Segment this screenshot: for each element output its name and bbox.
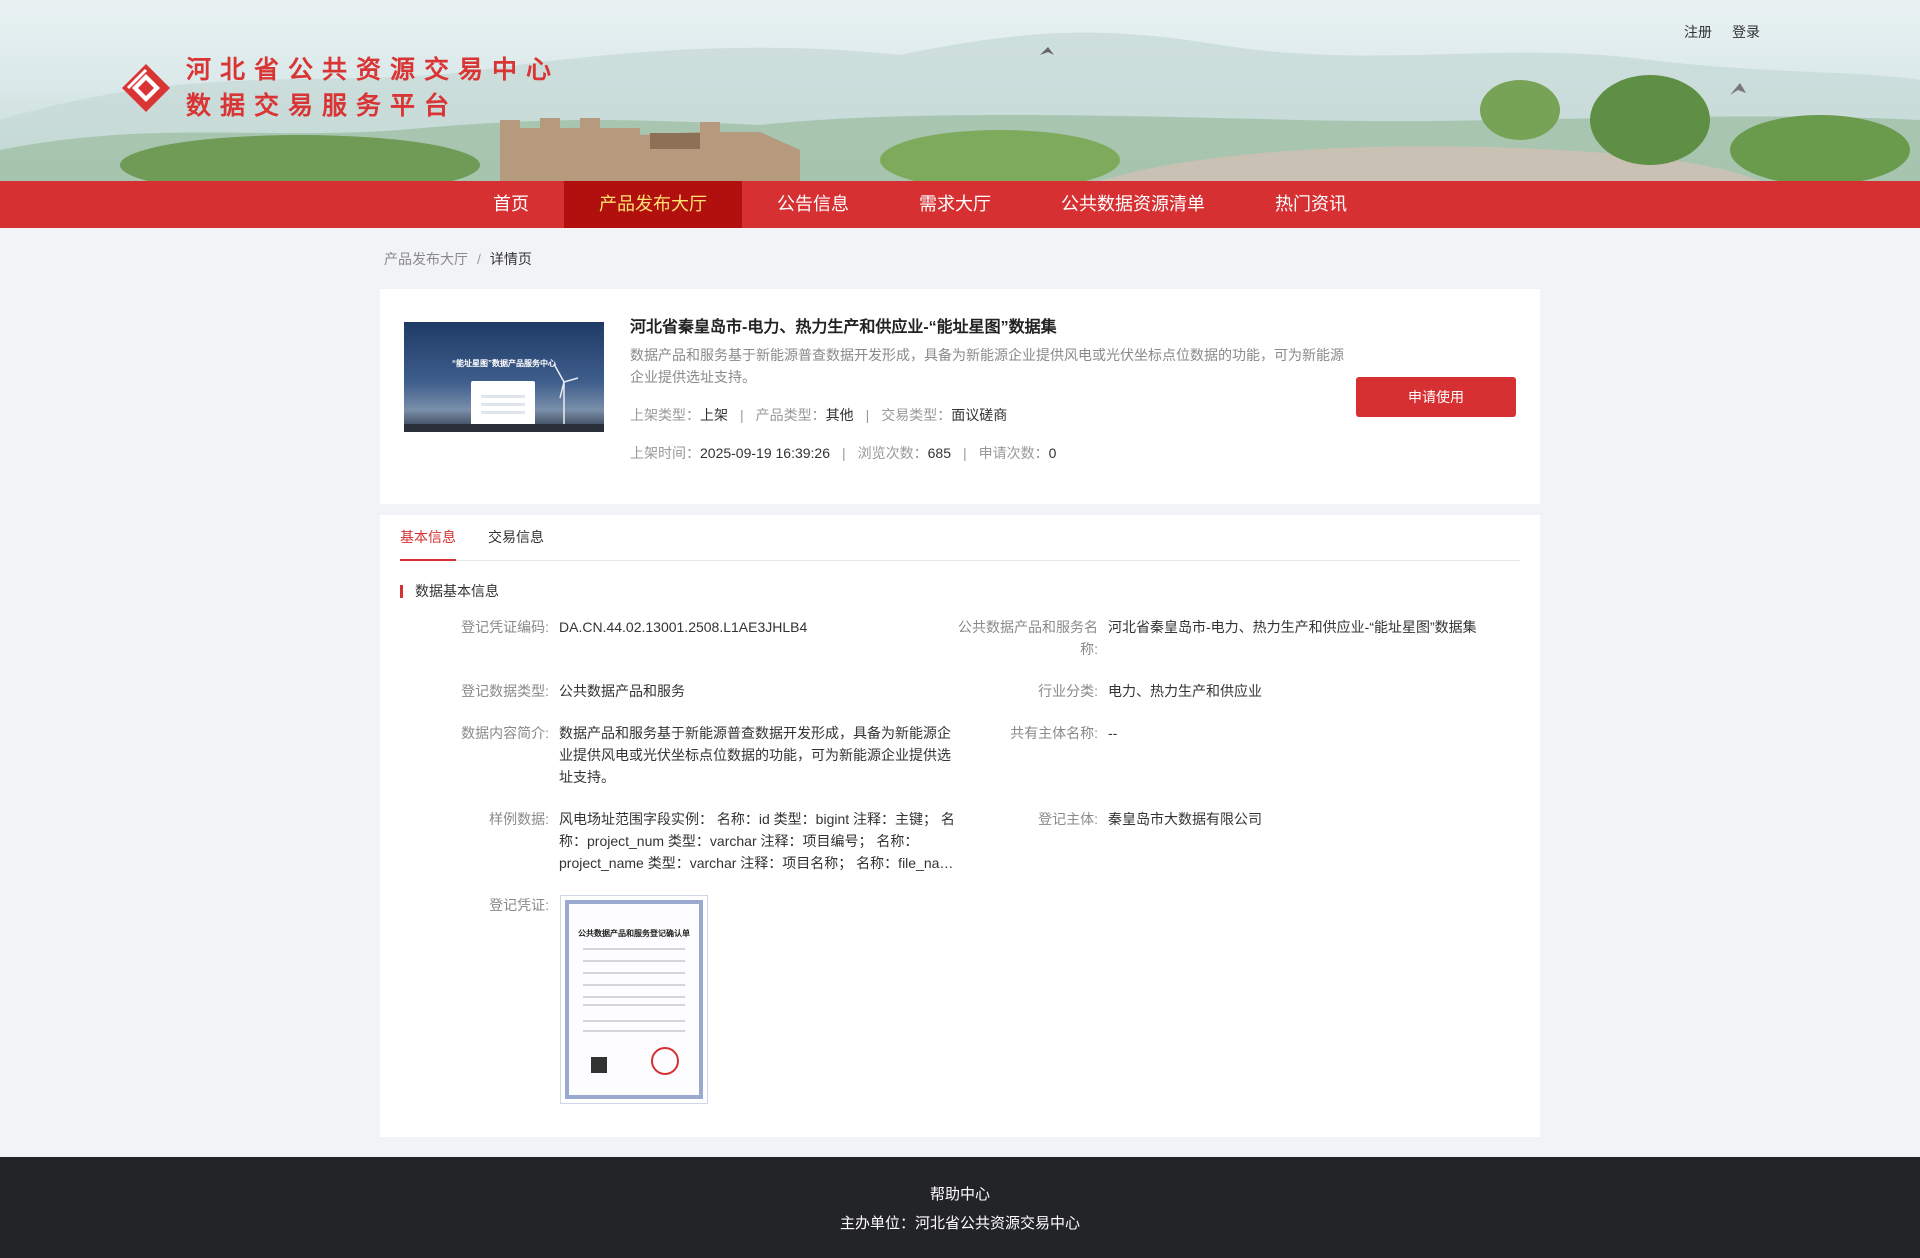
footer-organizer: 主办单位：河北省公共资源交易中心: [839, 1215, 1080, 1232]
site-footer: 帮助中心 主办单位：河北省公共资源交易中心: [0, 1157, 1920, 1258]
sample-value: 风电场址范围字段实例： 名称：id 类型：bigint 注释：主键； 名称：pr…: [559, 811, 955, 871]
nav-item-announcements[interactable]: 公告信息: [742, 181, 884, 228]
product-type-value: 其他: [825, 407, 854, 423]
reg-subject-label: 登记主体:: [1038, 811, 1098, 827]
product-name-value: 河北省秦皇岛市-电力、热力生产和供应业-“能址星图”数据集: [1108, 619, 1477, 635]
co-owner-label: 共有主体名称:: [1010, 725, 1098, 741]
certificate-image[interactable]: 公共数据产品和服务登记确认单: [560, 895, 708, 1104]
breadcrumb-parent[interactable]: 产品发布大厅: [384, 251, 468, 267]
product-title: 河北省秦皇岛市-电力、热力生产和供应业-“能址星图”数据集: [630, 319, 1057, 336]
logo-title-line2: 数据交易服务平台: [186, 91, 459, 120]
breadcrumb: 产品发布大厅 / 详情页: [384, 249, 532, 269]
breadcrumb-current: 详情页: [489, 251, 532, 267]
reg-code-value: DA.CN.44.02.13001.2508.L1AE3JHLB4: [559, 619, 808, 635]
nav-item-product-hall[interactable]: 产品发布大厅: [564, 181, 742, 228]
reg-type-value: 公共数据产品和服务: [559, 683, 685, 699]
register-link[interactable]: 注册: [1684, 22, 1712, 42]
qr-code-icon: [591, 1057, 607, 1073]
industry-value: 电力、热力生产和供应业: [1108, 683, 1262, 699]
applies-count: 0: [1048, 445, 1057, 461]
intro-label: 数据内容简介:: [461, 725, 549, 741]
co-owner-value: --: [1108, 725, 1118, 741]
listing-time-value: 2025-09-19 16:39:26: [700, 445, 830, 461]
intro-value: 数据产品和服务基于新能源普查数据开发形成，具备为新能源企业提供风电或光伏坐标点位…: [559, 725, 951, 785]
reg-subject-value: 秦皇岛市大数据有限公司: [1108, 811, 1262, 827]
views-count: 685: [927, 445, 951, 461]
product-name-label: 公共数据产品和服务名称:: [958, 619, 1098, 657]
logo-emblem-icon: [122, 64, 170, 112]
nav-item-hot-news[interactable]: 热门资讯: [1240, 181, 1382, 228]
nav-item-public-data-list[interactable]: 公共数据资源清单: [1026, 181, 1240, 228]
breadcrumb-separator: /: [477, 251, 481, 267]
reg-type-label: 登记数据类型:: [461, 683, 549, 699]
section-title: 数据基本信息: [400, 584, 499, 598]
product-summary-card: “能址星图”数据产品服务中心 河北省秦皇岛市-电力、热力生产和供应业-“能址星图…: [380, 289, 1540, 504]
listing-type-label: 上架类型：: [630, 407, 700, 423]
certificate-title: 公共数据产品和服务登记确认单: [578, 929, 690, 938]
login-link[interactable]: 登录: [1732, 22, 1760, 42]
detail-tabs: 基本信息 交易信息: [400, 515, 1520, 561]
detail-panel: 基本信息 交易信息 数据基本信息 登记凭证编码: DA.CN.44.02.130…: [380, 515, 1540, 1137]
certificate-label: 登记凭证:: [489, 897, 549, 913]
industry-label: 行业分类:: [1038, 683, 1098, 699]
tab-basic-info[interactable]: 基本信息: [400, 515, 456, 561]
header-banner: 注册 登录 河北省公共资源交易中心 数据交易服务平台: [0, 0, 1920, 181]
site-logo[interactable]: 河北省公共资源交易中心 数据交易服务平台: [120, 52, 560, 124]
product-thumbnail: “能址星图”数据产品服务中心: [404, 322, 604, 432]
apply-use-button[interactable]: 申请使用: [1356, 377, 1516, 417]
nav-item-demand-hall[interactable]: 需求大厅: [884, 181, 1026, 228]
help-center-link[interactable]: 帮助中心: [0, 1183, 1920, 1204]
trade-type-value: 面议磋商: [951, 407, 1008, 423]
nav-item-home[interactable]: 首页: [458, 181, 564, 228]
thumbnail-ground: [404, 424, 604, 432]
logo-title-line1: 河北省公共资源交易中心: [186, 55, 561, 84]
product-meta-row-1: 上架类型：上架 | 产品类型：其他 | 交易类型：面议磋商: [630, 407, 1008, 423]
reg-code-label: 登记凭证编码:: [461, 619, 549, 635]
listing-time-label: 上架时间：: [630, 445, 700, 461]
product-description: 数据产品和服务基于新能源普查数据开发形成，具备为新能源企业提供风电或光伏坐标点位…: [630, 347, 1344, 385]
product-type-label: 产品类型：: [755, 407, 826, 423]
main-nav: 首页 产品发布大厅 公告信息 需求大厅 公共数据资源清单 热门资讯: [0, 181, 1920, 228]
trade-type-label: 交易类型：: [881, 407, 952, 423]
listing-type-value: 上架: [700, 407, 728, 423]
sample-label: 样例数据:: [489, 811, 549, 827]
views-label: 浏览次数：: [857, 445, 928, 461]
applies-label: 申请次数：: [978, 445, 1049, 461]
certificate-document: 公共数据产品和服务登记确认单: [565, 900, 703, 1099]
product-meta-row-2: 上架时间：2025-09-19 16:39:26 | 浏览次数：685 | 申请次数：0: [630, 445, 1057, 461]
tab-trade-info[interactable]: 交易信息: [488, 515, 544, 561]
wind-turbine-icon: [553, 363, 579, 427]
official-seal-icon: [651, 1047, 679, 1075]
